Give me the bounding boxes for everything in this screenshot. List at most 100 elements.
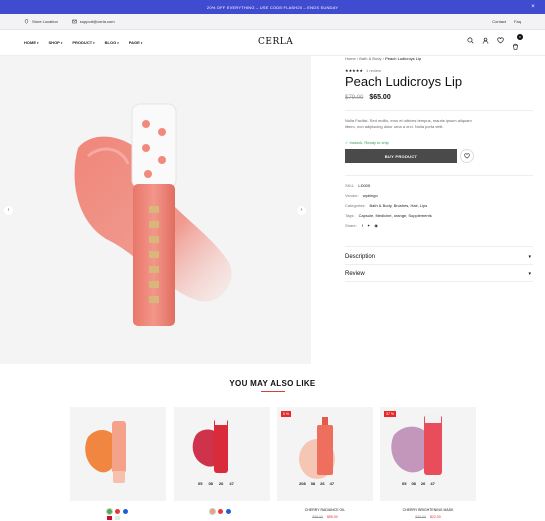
site-logo[interactable]: CERLA bbox=[258, 37, 293, 47]
cart-icon bbox=[512, 43, 519, 50]
product-card[interactable] bbox=[70, 407, 166, 501]
promo-bar: 20% OFF EVERYTHING – USE CODE:FLASH20 – … bbox=[0, 0, 545, 14]
shade-number: 47 bbox=[430, 481, 435, 486]
close-icon[interactable]: × bbox=[531, 3, 535, 11]
shade-number: 208 bbox=[299, 481, 306, 486]
product-card[interactable]: 05 08 26 47 bbox=[174, 407, 270, 501]
product-thumbnail bbox=[85, 421, 126, 483]
product-image bbox=[74, 103, 232, 326]
shade-number: 05 bbox=[402, 481, 407, 486]
chevron-down-icon: ▾ bbox=[528, 271, 531, 277]
chevron-down-icon: ▾ bbox=[93, 41, 95, 45]
twitter-icon[interactable]: ✦ bbox=[367, 223, 370, 228]
breadcrumb-home[interactable]: Home bbox=[345, 56, 356, 61]
main-header: HOME▾ SHOP▾ PRODUCT▾ BLOG▾ PAGE▾ CERLA 0 bbox=[0, 30, 545, 56]
buy-product-button[interactable]: BUY PRODUCT bbox=[345, 149, 457, 163]
sale-price: $22.00 bbox=[429, 515, 441, 519]
categories-label: Categories: bbox=[345, 203, 366, 208]
meta-categories: Categories: Bath & Body, Brushes, Hair, L… bbox=[345, 203, 427, 208]
sku-label: SKU: bbox=[345, 183, 355, 188]
nav-item-shop[interactable]: SHOP▾ bbox=[49, 40, 63, 45]
vendor-label: Vendor: bbox=[345, 193, 359, 198]
shade-labels: 05 08 26 47 bbox=[198, 481, 234, 486]
email-label: support@cerla.com bbox=[79, 19, 115, 24]
faq-link[interactable]: Faq bbox=[514, 19, 521, 24]
pinterest-icon[interactable]: ◉ bbox=[374, 223, 378, 228]
stock-status: ✓ Instock, Ready to ship bbox=[345, 140, 389, 145]
mini-swatch[interactable] bbox=[107, 516, 112, 520]
search-icon[interactable] bbox=[467, 37, 474, 44]
rating[interactable]: ★★★★★ 1 review bbox=[345, 68, 381, 73]
shade-labels: 05 08 26 47 bbox=[402, 481, 435, 486]
swatch-blue[interactable] bbox=[226, 509, 231, 514]
sku-value: LD005 bbox=[358, 183, 371, 188]
product-card-name[interactable]: CHERRY RADIANCE OIL bbox=[277, 508, 373, 512]
swatch-red[interactable] bbox=[115, 509, 120, 514]
shade-number: 26 bbox=[218, 481, 224, 486]
nav-item-product[interactable]: PRODUCT▾ bbox=[72, 40, 94, 45]
wishlist-button[interactable] bbox=[460, 149, 474, 163]
breadcrumb-separator: › bbox=[382, 56, 384, 61]
mini-swatch[interactable] bbox=[115, 516, 120, 520]
product-title: Peach Ludicroys Lip bbox=[345, 74, 463, 89]
product-card-name[interactable]: CHERRY BRIGHTENING MASK bbox=[380, 508, 476, 512]
heart-icon[interactable] bbox=[497, 37, 504, 44]
categories-value[interactable]: Bath & Body, Brushes, Hair, Lips bbox=[369, 203, 427, 208]
shade-labels: 208 08 26 47 bbox=[299, 481, 334, 486]
nav-shop-label: SHOP bbox=[48, 40, 60, 45]
chevron-down-icon: ▾ bbox=[528, 254, 531, 260]
product-card[interactable]: 5 % 208 08 26 47 bbox=[277, 407, 373, 501]
shade-number: 08 bbox=[411, 481, 416, 486]
swatch-peach[interactable] bbox=[210, 509, 215, 514]
vendor-value[interactable]: wpbingo bbox=[363, 193, 378, 198]
discount-badge: 5 % bbox=[281, 411, 292, 417]
swatch-green[interactable] bbox=[107, 509, 112, 514]
review-accordion[interactable]: Review ▾ bbox=[345, 271, 535, 277]
mini-swatches bbox=[107, 516, 120, 520]
old-price: $35.00 bbox=[415, 515, 426, 519]
product-gallery[interactable]: ‹ › bbox=[0, 56, 311, 364]
discount-badge: 37 % bbox=[384, 411, 396, 417]
breadcrumb-category[interactable]: Bath & Body bbox=[359, 56, 381, 61]
description-accordion[interactable]: Description ▾ bbox=[345, 254, 535, 260]
product-card-price: $58.00 $55.00 bbox=[277, 515, 373, 519]
divider bbox=[345, 264, 533, 265]
nav-item-home[interactable]: HOME▾ bbox=[24, 40, 39, 45]
product-thumbnail bbox=[391, 415, 442, 475]
tags-value[interactable]: Capsule, Medicine, orange, Supplements bbox=[359, 213, 432, 218]
shade-number: 26 bbox=[420, 481, 426, 486]
facebook-icon[interactable]: f bbox=[362, 223, 363, 228]
chevron-down-icon: ▾ bbox=[140, 41, 143, 45]
review-accordion-label: Review bbox=[345, 271, 365, 277]
old-price: $79.00 bbox=[345, 95, 364, 101]
top-bar: Store Location support@cerla.com Contact… bbox=[0, 14, 545, 30]
nav-page-label: PAGE bbox=[128, 40, 140, 45]
tags-label: Tags: bbox=[345, 213, 355, 218]
product-card-price: $35.00 $22.00 bbox=[380, 515, 476, 519]
user-icon[interactable] bbox=[482, 37, 489, 44]
shade-number: 47 bbox=[229, 481, 234, 486]
sale-price: $65.00 bbox=[369, 94, 391, 101]
gallery-prev-button[interactable]: ‹ bbox=[4, 206, 13, 215]
shade-number: 05 bbox=[198, 481, 203, 486]
heart-icon bbox=[464, 153, 470, 159]
sale-price: $55.00 bbox=[326, 515, 338, 519]
gallery-next-button[interactable]: › bbox=[297, 206, 306, 215]
nav-product-label: PRODUCT bbox=[72, 40, 93, 45]
store-location-link[interactable]: Store Location bbox=[24, 19, 58, 24]
nav-item-blog[interactable]: BLOG▾ bbox=[105, 40, 119, 45]
breadcrumb-separator: › bbox=[356, 56, 359, 61]
product-card[interactable]: 37 % 05 08 26 47 bbox=[380, 407, 476, 501]
email-link[interactable]: support@cerla.com bbox=[72, 19, 115, 24]
swatch-blue[interactable] bbox=[123, 509, 128, 514]
shade-number: 08 bbox=[310, 481, 316, 486]
store-location-label: Store Location bbox=[32, 19, 58, 24]
contact-link[interactable]: Contact bbox=[492, 19, 506, 24]
description-accordion-label: Description bbox=[345, 254, 376, 260]
cart-button[interactable]: 0 bbox=[512, 34, 523, 55]
nav-item-page[interactable]: PAGE▾ bbox=[129, 40, 143, 45]
chevron-down-icon: ▾ bbox=[117, 41, 119, 45]
swatch-red[interactable] bbox=[218, 509, 223, 514]
product-thumbnail bbox=[299, 417, 335, 479]
review-count: 1 review bbox=[366, 68, 381, 73]
